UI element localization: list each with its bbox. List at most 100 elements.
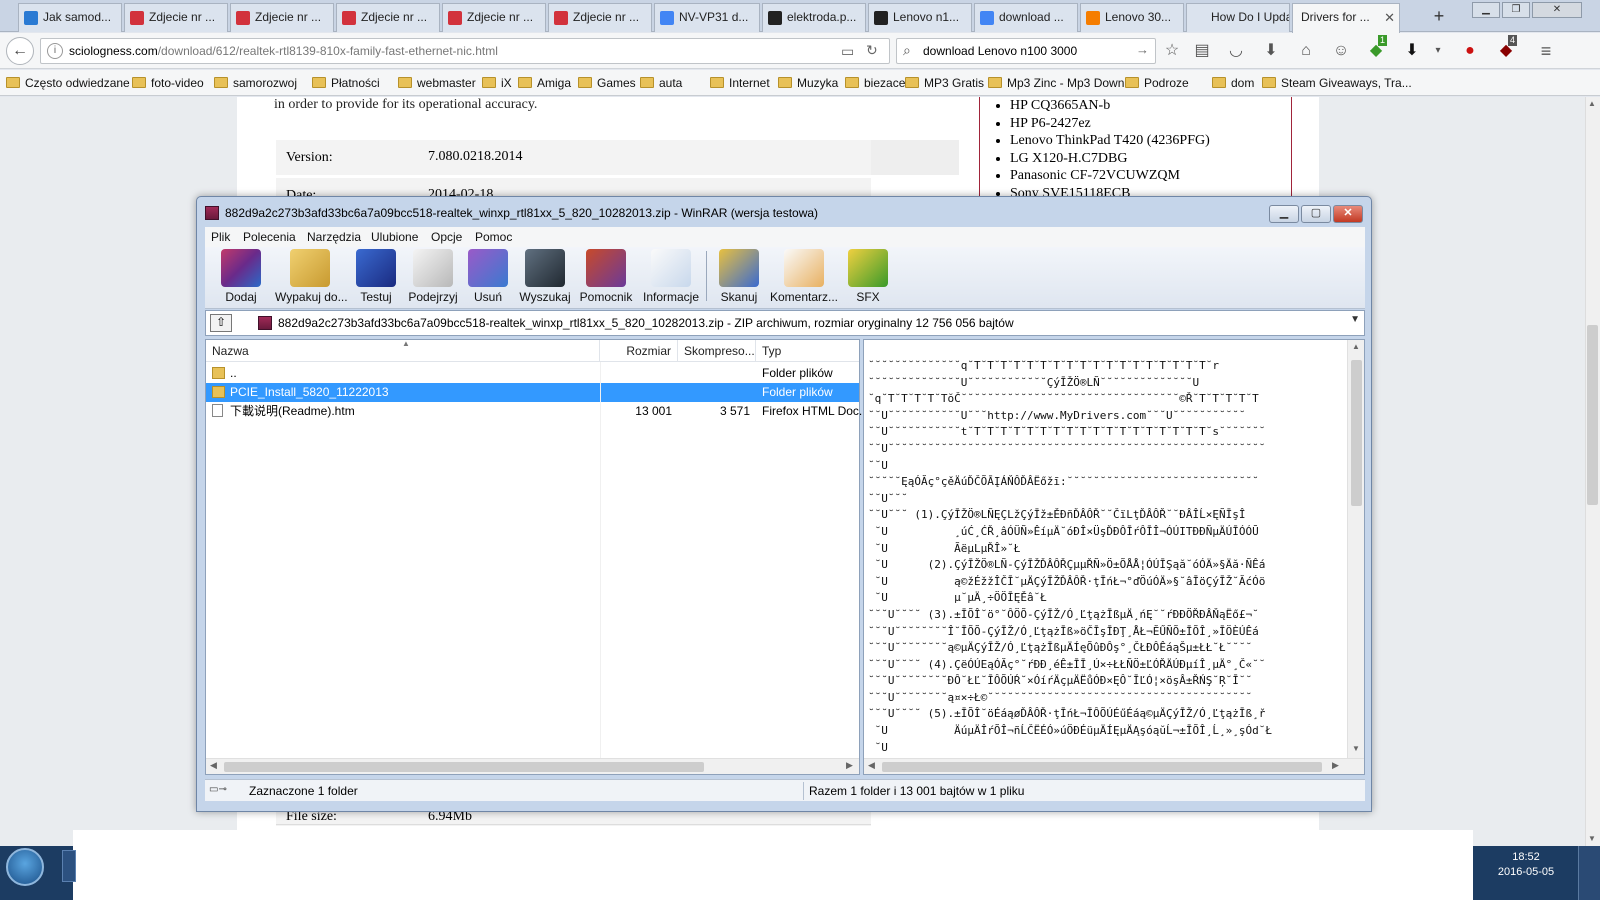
bookmark-item[interactable]: Mp3 Zinc - Mp3 Down... [988, 74, 1134, 92]
bookmark-item[interactable]: samorozwoj [214, 74, 297, 92]
new-tab-button[interactable]: + [1426, 4, 1452, 30]
scroll-up-icon[interactable]: ▲ [1588, 99, 1596, 108]
scroll-right-icon[interactable]: ▶ [846, 760, 853, 771]
bookmark-item[interactable]: biezace [845, 74, 905, 92]
up-folder-icon[interactable]: ⇧ [210, 314, 232, 332]
browser-tab[interactable]: NV-VP31 d... [654, 3, 760, 32]
show-desktop-button[interactable] [1578, 846, 1600, 900]
home-icon[interactable]: ⌂ [1296, 41, 1316, 61]
bookmark-item[interactable]: Podroze [1125, 74, 1189, 92]
winrar-minimize-icon[interactable]: ▁ [1269, 205, 1299, 223]
browser-tab[interactable]: Zdjecie nr ... [124, 3, 228, 32]
compatible-model-item[interactable]: HP P6-2427ez [1010, 115, 1210, 133]
browser-tab[interactable]: How Do I Upda... [1186, 3, 1290, 32]
bookmark-item[interactable]: Steam Giveaways, Tra... [1262, 74, 1412, 92]
browser-tab[interactable]: Zdjecie nr ... [230, 3, 334, 32]
chat-icon[interactable]: ☺ [1331, 41, 1351, 61]
bookmark-item[interactable]: Games [578, 74, 636, 92]
winrar-menu-item[interactable]: Narzędzia [307, 229, 361, 245]
winrar-menu-item[interactable]: Ulubione [371, 229, 418, 245]
toolbar-button[interactable]: Wyszukaj [510, 249, 580, 305]
file-list-hscroll-thumb[interactable] [224, 762, 704, 772]
address-bar[interactable]: i sciologness.com/download/612/realtek-r… [40, 38, 890, 64]
back-arrow-icon[interactable]: ← [6, 37, 34, 65]
reader-view-icon[interactable]: ▭ [841, 43, 854, 60]
bookmark-item[interactable]: Internet [710, 74, 770, 92]
path-dropdown-icon[interactable]: ▼ [1350, 314, 1360, 325]
url-text[interactable]: sciologness.com/download/612/realtek-rtl… [69, 39, 498, 63]
browser-tab[interactable]: Lenovo n1... [868, 3, 972, 32]
start-button-icon[interactable] [6, 848, 44, 886]
file-row[interactable]: 下載说明(Readme).htm 13 001 3 571 Firefox HTML … [206, 402, 869, 421]
site-info-icon[interactable]: i [47, 43, 63, 59]
compatible-model-item[interactable]: HP CQ3665AN-b [1010, 97, 1210, 115]
column-type[interactable]: Typ [756, 340, 859, 362]
winrar-menu-item[interactable]: Polecenia [243, 229, 296, 245]
preview-vscroll-thumb[interactable] [1351, 360, 1362, 506]
file-row[interactable]: .. Folder plików [206, 364, 859, 383]
toolbar-button[interactable]: Pomocnik [571, 249, 641, 305]
bookmark-item[interactable]: foto-video [132, 74, 204, 92]
file-row[interactable]: PCIE_Install_5820_11222013 Folder plików [206, 383, 859, 402]
compatible-model-item[interactable]: LG X120-H.C7DBG [1010, 150, 1210, 168]
column-size[interactable]: Rozmiar [600, 340, 678, 362]
browser-tab[interactable]: Lenovo 30... [1080, 3, 1184, 32]
close-tab-icon[interactable]: ✕ [1384, 4, 1395, 31]
compatible-model-item[interactable]: Lenovo ThinkPad T420 (4236PFG) [1010, 132, 1210, 150]
toolbar-button[interactable]: Informacje [636, 249, 706, 305]
scroll-left-icon[interactable]: ◀ [210, 760, 217, 771]
browser-tab[interactable]: Drivers for ... ✕ [1292, 3, 1400, 33]
library-icon[interactable]: ▤ [1192, 41, 1212, 61]
taskbar-app-icon[interactable] [62, 850, 76, 882]
toolbar-button[interactable]: Wypakuj do... [275, 249, 348, 305]
bookmark-item[interactable]: dom [1212, 74, 1254, 92]
menu-hamburger-icon[interactable]: ≡ [1536, 41, 1556, 61]
bookmark-item[interactable]: Muzyka [778, 74, 838, 92]
winrar-close-icon[interactable]: ✕ [1333, 205, 1363, 223]
preview-scroll-down-icon[interactable]: ▼ [1352, 744, 1360, 753]
minimize-icon[interactable]: ▁ [1472, 2, 1500, 18]
browser-tab[interactable]: elektroda.p... [762, 3, 866, 32]
preview-hscrollbar[interactable]: ◀ ▶ [864, 758, 1364, 774]
preview-hscroll-thumb[interactable] [882, 762, 1322, 772]
toolbar-button[interactable]: Dodaj [206, 249, 276, 305]
preview-vscrollbar[interactable]: ▲ ▼ [1347, 340, 1364, 758]
search-bar[interactable]: ⌕ download Lenovo n100 3000 → [896, 38, 1156, 64]
preview-scroll-left-icon[interactable]: ◀ [868, 760, 875, 771]
search-go-icon[interactable]: → [1136, 42, 1149, 57]
browser-tab[interactable]: Zdjecie nr ... [548, 3, 652, 32]
f-extension-icon[interactable]: ● [1460, 41, 1480, 61]
toolbar-button[interactable]: SFX [833, 249, 903, 305]
scroll-down-icon[interactable]: ▼ [1588, 834, 1596, 843]
file-list-hscrollbar[interactable]: ◀ ▶ [206, 758, 859, 774]
preview-scroll-right-icon[interactable]: ▶ [1332, 760, 1339, 771]
extension-green-icon[interactable]: ◆ 1 [1366, 35, 1388, 61]
bookmark-item[interactable]: iX [482, 74, 512, 92]
winrar-maximize-icon[interactable]: ▢ [1301, 205, 1331, 223]
toolbar-button[interactable]: Komentarz... [769, 249, 839, 305]
preview-scroll-up-icon[interactable]: ▲ [1352, 342, 1360, 351]
browser-tab[interactable]: Zdjecie nr ... [442, 3, 546, 32]
dropdown-icon[interactable]: ▾ [1428, 41, 1448, 61]
pocket-icon[interactable]: ◡ [1226, 41, 1246, 61]
archive-path-bar[interactable]: ⇧ 882d9a2c273b3afd33bc6a7a09bcc518-realt… [205, 310, 1365, 336]
browser-tab[interactable]: Jak samod... [18, 3, 122, 32]
winrar-menu-item[interactable]: Opcje [431, 229, 462, 245]
toolbar-button[interactable]: Skanuj [704, 249, 774, 305]
bookmark-item[interactable]: Często odwiedzane [6, 74, 130, 92]
compatible-model-item[interactable]: Panasonic CF-72VCUWZQM [1010, 167, 1210, 185]
winrar-menu-item[interactable]: Pomoc [475, 229, 512, 245]
browser-tab[interactable]: download ... [974, 3, 1078, 32]
bookmark-item[interactable]: webmaster [398, 74, 476, 92]
search-input[interactable]: download Lenovo n100 3000 [923, 39, 1077, 63]
winrar-menu-item[interactable]: Plik [211, 229, 230, 245]
bookmark-item[interactable]: auta [640, 74, 682, 92]
bookmark-item[interactable]: MP3 Gratis [905, 74, 984, 92]
close-window-icon[interactable]: ✕ [1532, 2, 1582, 18]
restore-icon[interactable]: ❐ [1502, 2, 1530, 18]
browser-tab[interactable]: Zdjecie nr ... [336, 3, 440, 32]
ublock-icon[interactable]: ◆ 4 [1496, 35, 1518, 61]
column-packed[interactable]: Skompreso... [678, 340, 756, 362]
download-arrow-icon[interactable]: ⬇ [1402, 41, 1422, 61]
downloads-icon[interactable]: ⬇ [1261, 41, 1281, 61]
